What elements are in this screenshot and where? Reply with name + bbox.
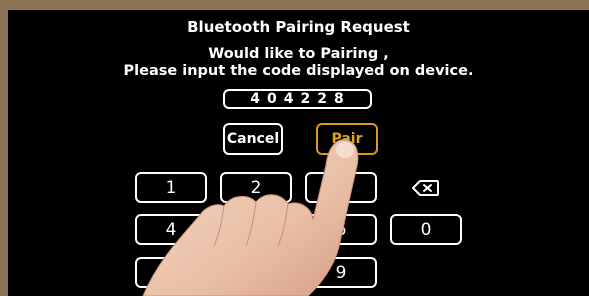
keypad-key-8[interactable]: 8 bbox=[220, 257, 292, 288]
backspace-button[interactable] bbox=[390, 172, 462, 203]
backspace-icon bbox=[412, 179, 439, 196]
keypad-key-1[interactable]: 1 bbox=[135, 172, 207, 203]
message-line-1: Would like to Pairing , bbox=[208, 46, 389, 62]
keypad-key-9[interactable]: 9 bbox=[305, 257, 377, 288]
pairing-screen: Bluetooth Pairing Request Would like to … bbox=[8, 10, 589, 296]
keypad-key-5[interactable]: 5 bbox=[220, 214, 292, 245]
cancel-button[interactable]: Cancel bbox=[223, 123, 283, 155]
keypad-key-2[interactable]: 2 bbox=[220, 172, 292, 203]
message-line-2: Please input the code displayed on devic… bbox=[123, 63, 474, 79]
pair-button[interactable]: Pair bbox=[316, 123, 378, 155]
pairing-code-field[interactable]: 404228 bbox=[223, 89, 372, 109]
keypad-key-3[interactable]: 3 bbox=[305, 172, 377, 203]
keypad-key-0[interactable]: 0 bbox=[390, 214, 462, 245]
keypad-key-4[interactable]: 4 bbox=[135, 214, 207, 245]
keypad-key-6[interactable]: 6 bbox=[305, 214, 377, 245]
dialog-title: Bluetooth Pairing Request bbox=[187, 18, 410, 36]
keypad-key-7[interactable]: 7 bbox=[135, 257, 207, 288]
